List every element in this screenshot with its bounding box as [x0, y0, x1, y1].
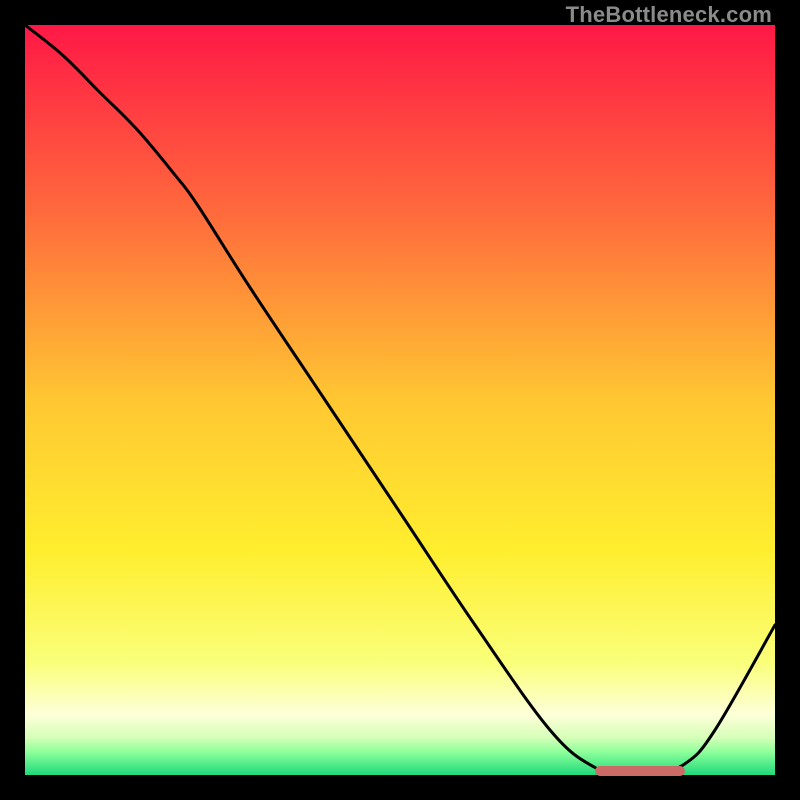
chart-frame: TheBottleneck.com [0, 0, 800, 800]
optimal-marker [595, 766, 685, 776]
plot-area [25, 25, 775, 775]
curve-line [25, 25, 775, 775]
